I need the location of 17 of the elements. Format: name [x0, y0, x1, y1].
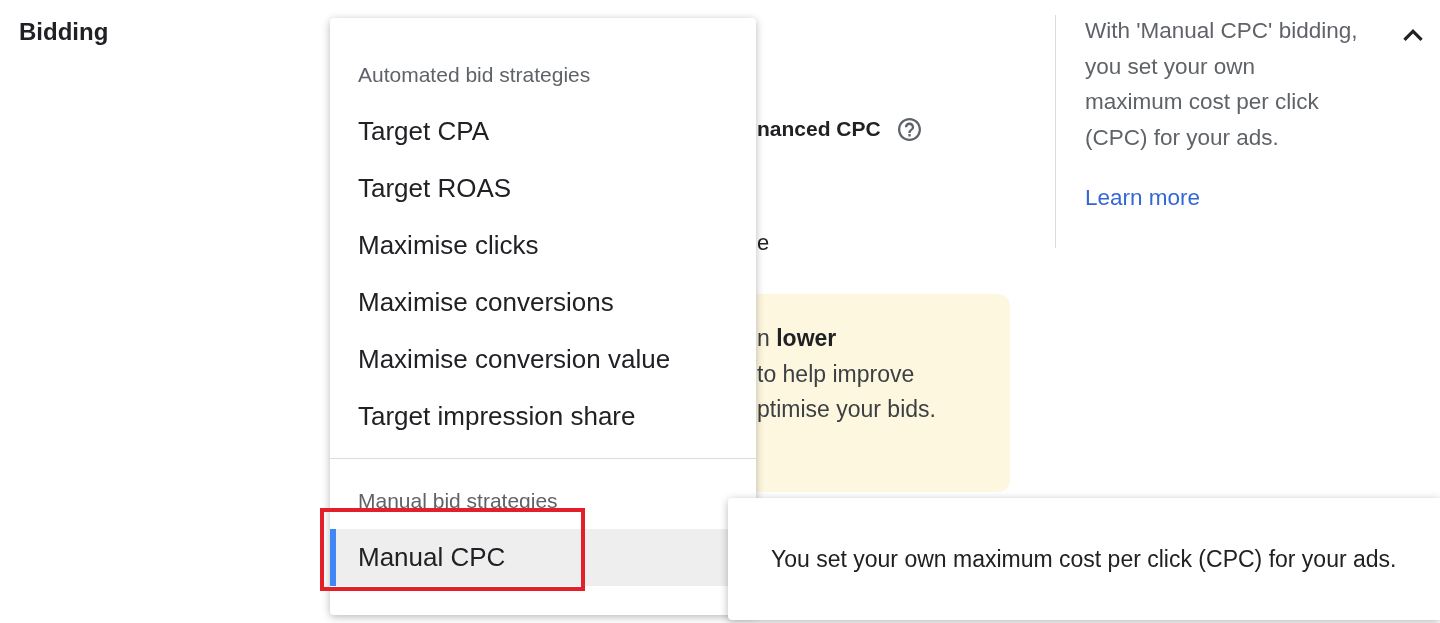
learn-more-link[interactable]: Learn more	[1085, 184, 1201, 212]
group-header: Manual bid strategies	[357, 488, 559, 514]
help-icon[interactable]	[897, 117, 921, 141]
option-text: e	[757, 229, 770, 257]
menu-item[interactable]: Target CPA	[330, 103, 756, 160]
help-text: With 'Manual CPC' bidding, you set your own maximum cost per click (CPC) for your ads.	[1085, 17, 1358, 152]
notice-text: n lower to help improve ptimise your bids.	[757, 324, 936, 424]
chevron-up-icon[interactable]	[1403, 29, 1423, 41]
menu-item[interactable]: Target ROAS	[330, 160, 756, 217]
group-header: Automated bid strategies	[357, 62, 592, 88]
section-title: Bidding	[19, 17, 109, 47]
option-label: nanced CPC	[756, 116, 881, 142]
menu-item[interactable]: Maximise conversion value	[330, 331, 756, 388]
tooltip-text: You set your own maximum cost per click (CPC) for your ads.	[771, 545, 1397, 573]
menu-item[interactable]: Maximise clicks	[330, 217, 756, 274]
menu-item[interactable]: Maximise conversions	[330, 274, 756, 331]
menu-item[interactable]: Target impression share	[330, 388, 756, 445]
